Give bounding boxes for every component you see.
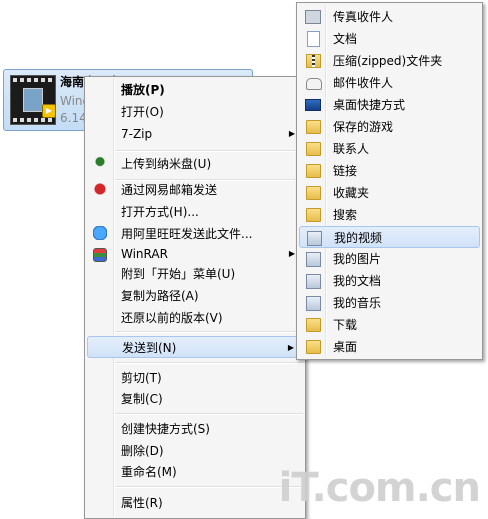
sendto-item-links[interactable]: 链接 [299, 160, 480, 182]
menu-item-properties[interactable]: 属性(R) [87, 492, 303, 514]
sendto-item-mail[interactable]: 邮件收件人 [299, 72, 480, 94]
menu-item-restore-label: 还原以前的版本(V) [121, 311, 223, 325]
submenu-arrow-icon: ▶ [288, 129, 295, 138]
folder-icon [306, 142, 321, 156]
menu-item-open-label: 打开(O) [121, 105, 164, 119]
submenu-arrow-icon: ▶ [288, 249, 295, 258]
aliwangwang-icon [93, 226, 107, 240]
menu-item-send-to[interactable]: 发送到(N) ▶ [87, 336, 303, 358]
library-icon [306, 252, 321, 267]
menu-item-winrar-label: WinRAR [121, 247, 168, 261]
menu-item-cut-label: 剪切(T) [121, 371, 162, 385]
menu-item-cut[interactable]: 剪切(T) [87, 367, 303, 389]
sendto-item-desktop[interactable]: 桌面 [299, 336, 480, 358]
menu-separator [115, 150, 303, 152]
winrar-icon [93, 248, 107, 262]
sendto-item-contacts[interactable]: 联系人 [299, 138, 480, 160]
menu-item-send-to-label: 发送到(N) [122, 341, 177, 355]
folder-icon [306, 164, 321, 178]
sendto-item-favorites[interactable]: 收藏夹 [299, 182, 480, 204]
sendto-item-saved-games[interactable]: 保存的游戏 [299, 116, 480, 138]
menu-item-play-label: 播放(P) [121, 83, 165, 97]
sendto-item-desktop-shortcut[interactable]: 桌面快捷方式 [299, 94, 480, 116]
mail-icon [306, 78, 322, 90]
submenu-arrow-icon: ▶ [287, 343, 294, 352]
library-icon [306, 274, 321, 289]
send-to-submenu: 传真收件人 文档 压缩(zipped)文件夹 邮件收件人 桌面快捷方式 保存的游… [296, 2, 483, 360]
zip-folder-icon [306, 54, 321, 68]
menu-item-rename-label: 重命名(M) [121, 465, 177, 479]
folder-icon [306, 340, 321, 354]
menu-item-7zip-label: 7-Zip [121, 127, 153, 141]
menu-item-send-wy[interactable]: 通过网易邮箱发送 [87, 179, 303, 201]
menu-item-delete-label: 删除(D) [121, 444, 164, 458]
menu-separator [115, 413, 303, 415]
menu-item-open[interactable]: 打开(O) [87, 101, 303, 123]
menu-item-copy-path[interactable]: 复制为路径(A) [87, 285, 303, 307]
sendto-item-my-documents[interactable]: 我的文档 [299, 270, 480, 292]
menu-item-create-shortcut-label: 创建快捷方式(S) [121, 422, 210, 436]
site-watermark: iT.com.cn [278, 465, 481, 511]
sendto-item-my-music[interactable]: 我的音乐 [299, 292, 480, 314]
menu-item-upload-nami-label: 上传到纳米盘(U) [121, 157, 212, 171]
menu-item-copy[interactable]: 复制(C) [87, 388, 303, 410]
sendto-item-my-pictures[interactable]: 我的图片 [299, 248, 480, 270]
sendto-item-documents[interactable]: 文档 [299, 28, 480, 50]
menu-item-pin-start[interactable]: 附到「开始」菜单(U) [87, 263, 303, 285]
menu-item-upload-nami[interactable]: 上传到纳米盘(U) [87, 153, 303, 175]
folder-icon [306, 186, 321, 200]
menu-item-send-ww[interactable]: 用阿里旺旺发送此文件... [87, 223, 303, 245]
fax-icon [305, 10, 321, 24]
menu-item-delete[interactable]: 删除(D) [87, 440, 303, 462]
menu-item-rename[interactable]: 重命名(M) [87, 461, 303, 483]
library-icon [307, 231, 322, 246]
menu-item-open-with[interactable]: 打开方式(H)... [87, 201, 303, 223]
sendto-item-fax[interactable]: 传真收件人 [299, 6, 480, 28]
menu-item-send-ww-label: 用阿里旺旺发送此文件... [121, 227, 253, 241]
menu-item-create-shortcut[interactable]: 创建快捷方式(S) [87, 418, 303, 440]
menu-separator [115, 486, 303, 488]
folder-icon [306, 318, 321, 332]
menu-separator [115, 362, 303, 364]
menu-item-winrar[interactable]: WinRAR ▶ [87, 243, 303, 265]
document-icon [307, 31, 320, 47]
library-icon [306, 296, 321, 311]
menu-item-play[interactable]: 播放(P) [87, 79, 303, 101]
menu-item-copy-label: 复制(C) [121, 392, 163, 406]
sendto-item-my-videos[interactable]: 我的视频 [299, 226, 480, 248]
menu-item-open-with-label: 打开方式(H)... [121, 205, 199, 219]
menu-item-properties-label: 属性(R) [121, 496, 163, 510]
sendto-item-searches[interactable]: 搜索 [299, 204, 480, 226]
menu-item-copy-path-label: 复制为路径(A) [121, 289, 199, 303]
netease-mail-icon [93, 182, 107, 196]
context-menu: 播放(P) 打开(O) 7-Zip ▶ 上传到纳米盘(U) 通过网易邮箱发送 打… [84, 76, 306, 519]
menu-item-7zip[interactable]: 7-Zip ▶ [87, 123, 303, 145]
folder-icon [306, 120, 321, 134]
menu-item-send-wy-label: 通过网易邮箱发送 [121, 183, 218, 197]
menu-item-restore[interactable]: 还原以前的版本(V) [87, 307, 303, 329]
sendto-item-zip[interactable]: 压缩(zipped)文件夹 [299, 50, 480, 72]
desktop-shortcut-icon [305, 99, 321, 111]
folder-icon [306, 208, 321, 222]
menu-item-pin-start-label: 附到「开始」菜单(U) [121, 267, 236, 281]
nami-disk-icon [93, 156, 107, 170]
sendto-item-downloads[interactable]: 下载 [299, 314, 480, 336]
media-player-badge-icon: ▶ [42, 104, 56, 118]
menu-separator [115, 331, 303, 333]
